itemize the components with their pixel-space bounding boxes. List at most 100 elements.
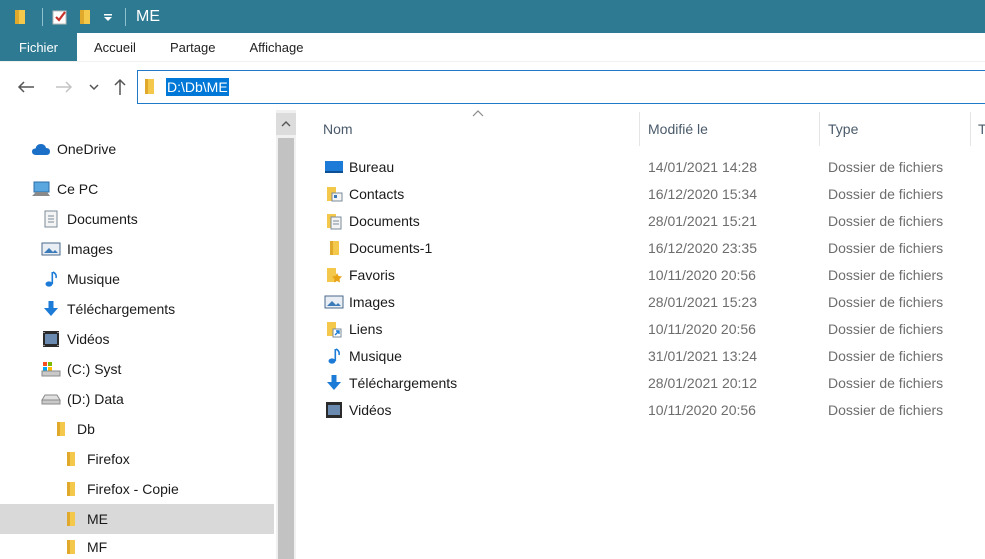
nav-item-firefox[interactable]: Firefox (0, 444, 274, 474)
folder-icon (61, 509, 81, 529)
scrollbar-thumb[interactable] (278, 138, 294, 559)
chevron-up-icon (281, 121, 291, 127)
table-row[interactable]: Contacts 16/12/2020 15:34 Dossier de fichi… (296, 180, 985, 207)
table-row[interactable]: Téléchargements 28/01/2021 20:12 Dossier d… (296, 369, 985, 396)
nav-item-images[interactable]: Images (0, 234, 274, 264)
column-header-size[interactable]: T (978, 110, 985, 148)
nav-item-musique[interactable]: Musique (0, 264, 274, 294)
nav-item-firefox-copie[interactable]: Firefox - Copie (0, 474, 274, 504)
column-divider[interactable] (639, 112, 640, 146)
table-row[interactable]: Liens 10/11/2020 20:56 Dossier de fichiers (296, 315, 985, 342)
file-modified-date: 10/11/2020 20:56 (648, 320, 756, 337)
nav-item-db[interactable]: Db (0, 414, 274, 444)
table-row[interactable]: Bureau 14/01/2021 14:28 Dossier de fichier… (296, 153, 985, 180)
table-row[interactable]: Documents 28/01/2021 15:21 Dossier de fich… (296, 207, 985, 234)
file-name[interactable]: Contacts (349, 186, 404, 202)
file-name[interactable]: Images (349, 294, 395, 310)
music-icon (41, 269, 61, 289)
file-modified-date: 28/01/2021 15:23 (648, 293, 757, 310)
download-icon (41, 299, 61, 319)
nav-item-onedrive[interactable]: OneDrive (0, 134, 274, 164)
folder-icon (61, 479, 81, 499)
drive-d-icon (41, 389, 61, 409)
file-name[interactable]: Documents (349, 213, 420, 229)
folder-icon (145, 79, 154, 94)
file-type: Dossier de fichiers (828, 212, 944, 229)
column-divider[interactable] (970, 112, 971, 146)
file-name[interactable]: Documents-1 (349, 240, 432, 256)
file-list: Nom Modifié le Type T Bureau 14/01/2021 1… (296, 110, 985, 559)
column-divider[interactable] (819, 112, 820, 146)
toolbar-separator (125, 7, 126, 26)
scroll-up-button[interactable] (276, 113, 296, 135)
navigation-pane: OneDrive Ce PC Documents Images Musique … (0, 110, 296, 559)
nav-item-telechargements[interactable]: Téléchargements (0, 294, 274, 324)
table-row[interactable]: Vidéos 10/11/2020 20:56 Dossier de fichier… (296, 396, 985, 423)
links-icon (324, 319, 344, 339)
contacts-icon (324, 184, 344, 204)
file-name[interactable]: Musique (349, 348, 402, 364)
file-type: Dossier de fichiers (828, 266, 944, 283)
chevron-down-icon (89, 84, 99, 91)
nav-item-drive-d[interactable]: (D:) Data (0, 384, 274, 414)
column-header-type[interactable]: Type (828, 110, 968, 148)
table-row[interactable]: Favoris 10/11/2020 20:56 Dossier de fichie… (296, 261, 985, 288)
file-modified-date: 28/01/2021 20:12 (648, 374, 757, 391)
download-icon (324, 373, 344, 393)
file-type: Dossier de fichiers (828, 158, 944, 175)
tab-fichier[interactable]: Fichier (0, 33, 78, 61)
up-button[interactable] (109, 76, 131, 98)
tab-accueil[interactable]: Accueil (77, 33, 153, 61)
file-type: Dossier de fichiers (828, 293, 944, 310)
customize-toolbar-dropdown-icon[interactable] (101, 6, 115, 28)
documents-icon (324, 211, 344, 231)
video-icon (41, 329, 61, 349)
images-icon (324, 292, 344, 312)
back-arrow-icon (17, 81, 34, 93)
nav-item-drive-c[interactable]: (C:) Syst (0, 354, 274, 384)
favorites-icon (324, 265, 344, 285)
drive-c-icon (41, 359, 61, 379)
images-icon (41, 239, 61, 259)
table-row[interactable]: Musique 31/01/2021 13:24 Dossier de fichie… (296, 342, 985, 369)
file-name[interactable]: Liens (349, 321, 382, 337)
address-bar[interactable]: D:\Db\ME (137, 70, 985, 104)
folder-icon (61, 537, 81, 557)
tab-partage[interactable]: Partage (153, 33, 233, 61)
recent-locations-button[interactable] (84, 76, 104, 98)
folder-icon (324, 238, 344, 258)
table-row[interactable]: Images 28/01/2021 15:23 Dossier de fichier… (296, 288, 985, 315)
forward-button[interactable] (53, 76, 75, 98)
back-button[interactable] (15, 76, 37, 98)
music-icon (324, 346, 344, 366)
documents-icon (41, 209, 61, 229)
nav-item-ce-pc[interactable]: Ce PC (0, 174, 274, 204)
nav-item-mf[interactable]: MF (0, 534, 274, 559)
computer-icon (31, 179, 51, 199)
column-header-modified[interactable]: Modifié le (648, 110, 818, 148)
file-name[interactable]: Vidéos (349, 402, 392, 418)
video-icon (324, 400, 344, 420)
file-name[interactable]: Bureau (349, 159, 394, 175)
folder-icon (61, 449, 81, 469)
file-name[interactable]: Favoris (349, 267, 395, 283)
file-type: Dossier de fichiers (828, 401, 944, 418)
forward-arrow-icon (56, 81, 73, 93)
nav-item-me[interactable]: ME (0, 504, 274, 534)
folder-icon[interactable] (10, 6, 32, 28)
onedrive-icon (31, 139, 51, 159)
address-path[interactable]: D:\Db\ME (166, 78, 229, 96)
nav-item-videos[interactable]: Vidéos (0, 324, 274, 354)
folder-icon (51, 419, 71, 439)
nav-item-documents[interactable]: Documents (0, 204, 274, 234)
file-type: Dossier de fichiers (828, 320, 944, 337)
tab-affichage[interactable]: Affichage (232, 33, 320, 61)
properties-icon[interactable] (49, 6, 71, 28)
navigation-scrollbar[interactable] (276, 110, 296, 559)
file-type: Dossier de fichiers (828, 374, 944, 391)
ribbon-tabs: Fichier Accueil Partage Affichage (0, 33, 985, 62)
new-folder-icon[interactable] (75, 6, 97, 28)
column-header-name[interactable]: Nom (323, 110, 633, 148)
table-row[interactable]: Documents-1 16/12/2020 23:35 Dossier de fi… (296, 234, 985, 261)
file-name[interactable]: Téléchargements (349, 375, 457, 391)
